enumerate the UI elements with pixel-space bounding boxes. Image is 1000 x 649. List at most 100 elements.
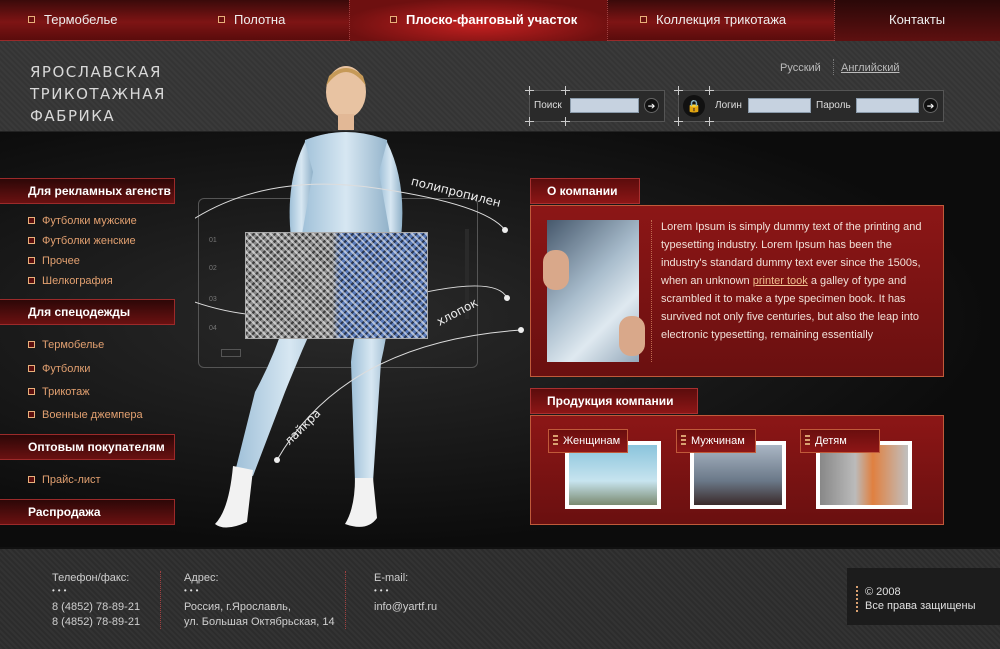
dots-icon: ••• xyxy=(52,586,70,595)
crosshair-icon xyxy=(525,86,534,95)
sidebar-item[interactable]: Шелкография xyxy=(28,275,113,287)
products-title: Продукция компании xyxy=(530,388,698,414)
nav-item-thermal-underwear[interactable]: Термобелье xyxy=(28,0,118,41)
sidebar-category-sale[interactable]: Распродажа xyxy=(0,499,175,525)
logo-line: трикотажная xyxy=(30,85,166,103)
copyright: © 2008 Все права защищены xyxy=(865,585,975,613)
dots-icon: ••• xyxy=(184,586,202,595)
about-title: О компании xyxy=(530,178,640,204)
sidebar-item[interactable]: Футболки мужские xyxy=(28,215,137,227)
lang-russian-link[interactable]: Русский xyxy=(780,62,821,74)
nav-item-contacts[interactable]: Контакты xyxy=(889,0,945,41)
email-label: E-mail: xyxy=(374,572,409,584)
password-input[interactable] xyxy=(856,98,919,113)
sidebar-item[interactable]: Футболки женские xyxy=(28,235,136,247)
sidebar-category-workwear[interactable]: Для спецодежды xyxy=(0,299,175,325)
nav-item-label: Контакты xyxy=(889,12,946,27)
bullet-icon xyxy=(28,411,35,418)
sidebar-item-label: Прайс-лист xyxy=(42,474,101,486)
phone-number: 8 (4852) 78-89-21 xyxy=(52,616,141,628)
crosshair-icon xyxy=(674,86,683,95)
sidebar-category-ad-agencies[interactable]: Для рекламных агенств xyxy=(0,178,175,204)
copyright-rights: Все права защищены xyxy=(865,600,976,612)
sidebar-item[interactable]: Прочее xyxy=(28,255,80,267)
email-link[interactable]: info@yartf.ru xyxy=(374,600,437,615)
sidebar-item-label: Футболки xyxy=(42,363,91,375)
logo-line: Ярославская xyxy=(30,63,162,81)
nav-separator xyxy=(349,0,350,41)
logo-line: фабрика xyxy=(30,107,116,125)
sidebar-category-wholesale[interactable]: Оптовым покупателям xyxy=(0,434,175,460)
tab-label: Женщинам xyxy=(563,435,621,447)
tab-women[interactable]: Женщинам xyxy=(548,429,628,453)
grip-icon xyxy=(856,586,858,614)
sidebar-item[interactable]: Термобелье xyxy=(28,339,104,351)
bullet-icon xyxy=(390,16,397,23)
bullet-icon xyxy=(28,341,35,348)
nav-separator xyxy=(607,0,608,41)
grip-icon xyxy=(553,435,558,447)
sidebar-item[interactable]: Трикотаж xyxy=(28,386,90,398)
phone-label: Телефон/факс: xyxy=(52,572,130,584)
phone-number: 8 (4852) 78-89-21 xyxy=(52,601,141,613)
tab-men[interactable]: Мужчинам xyxy=(676,429,756,453)
tab-kids[interactable]: Детям xyxy=(800,429,880,453)
nav-item-fabrics[interactable]: Полотна xyxy=(218,0,285,41)
grip-icon xyxy=(681,435,686,447)
password-label: Пароль xyxy=(816,100,851,111)
crosshair-icon xyxy=(561,86,570,95)
bullet-icon xyxy=(28,365,35,372)
sidebar-item-label: Футболки женские xyxy=(42,235,136,247)
site-logo[interactable]: Ярославская трикотажная фабрика xyxy=(30,61,166,127)
nav-item-label: Термобелье xyxy=(44,12,118,27)
bullet-icon xyxy=(28,388,35,395)
footer-email: E-mail: ••• info@yartf.ru xyxy=(374,571,437,615)
sidebar-item[interactable]: Военные джемпера xyxy=(28,409,143,421)
about-panel: Lorem Ipsum is simply dummy text of the … xyxy=(530,205,944,377)
sidebar-item-label: Прочее xyxy=(42,255,80,267)
crosshair-icon xyxy=(561,117,570,126)
footer-separator xyxy=(345,571,346,629)
sidebar-item[interactable]: Прайс-лист xyxy=(28,474,101,486)
lock-icon: 🔒 xyxy=(683,95,705,117)
nav-item-label: Коллекция трикотажа xyxy=(656,12,787,27)
arrow-right-icon[interactable]: ➔ xyxy=(923,98,938,113)
women-image xyxy=(569,445,657,505)
footer-address: Адрес: ••• Россия, г.Ярославль, ул. Боль… xyxy=(184,571,335,630)
sidebar-item-label: Футболки мужские xyxy=(42,215,137,227)
bullet-icon xyxy=(28,277,35,284)
bullet-icon xyxy=(28,257,35,264)
nav-item-label: Полотна xyxy=(234,12,286,27)
address-line: Россия, г.Ярославль, xyxy=(184,601,291,613)
address-line: ул. Большая Октябрьская, 14 xyxy=(184,616,335,628)
dots-icon: ••• xyxy=(374,586,392,595)
footer-phone: Телефон/факс: ••• 8 (4852) 78-89-21 8 (4… xyxy=(52,571,140,630)
arrow-right-icon[interactable]: ➔ xyxy=(644,98,659,113)
nav-item-label: Плоско-фанговый участок xyxy=(406,12,578,27)
crosshair-icon xyxy=(525,117,534,126)
grip-icon xyxy=(805,435,810,447)
address-label: Адрес: xyxy=(184,572,219,584)
bullet-icon xyxy=(28,16,35,23)
fabric-closeup-image xyxy=(245,232,428,339)
nav-item-knitwear-collection[interactable]: Коллекция трикотажа xyxy=(640,0,786,41)
kids-image xyxy=(820,445,908,505)
products-panel: Женщинам Мужчинам Детям xyxy=(530,415,944,525)
sidebar-item-label: Термобелье xyxy=(42,339,105,351)
nav-item-flat-knitting[interactable]: Плоско-фанговый участок xyxy=(390,0,577,41)
copyright-year: © 2008 xyxy=(865,586,901,598)
tab-label: Мужчинам xyxy=(691,435,745,447)
about-link[interactable]: printer took xyxy=(753,275,808,287)
bullet-icon xyxy=(28,217,35,224)
tab-label: Детям xyxy=(815,435,847,447)
bullet-icon xyxy=(218,16,225,23)
bullet-icon xyxy=(28,237,35,244)
sidebar-item[interactable]: Футболки xyxy=(28,363,90,375)
photo-detail xyxy=(619,316,645,356)
lang-english-link[interactable]: Английский xyxy=(841,62,900,74)
login-input[interactable] xyxy=(748,98,811,113)
search-input[interactable] xyxy=(570,98,639,113)
nav-separator xyxy=(834,0,835,41)
bullet-icon xyxy=(640,16,647,23)
footer-separator xyxy=(160,571,161,629)
